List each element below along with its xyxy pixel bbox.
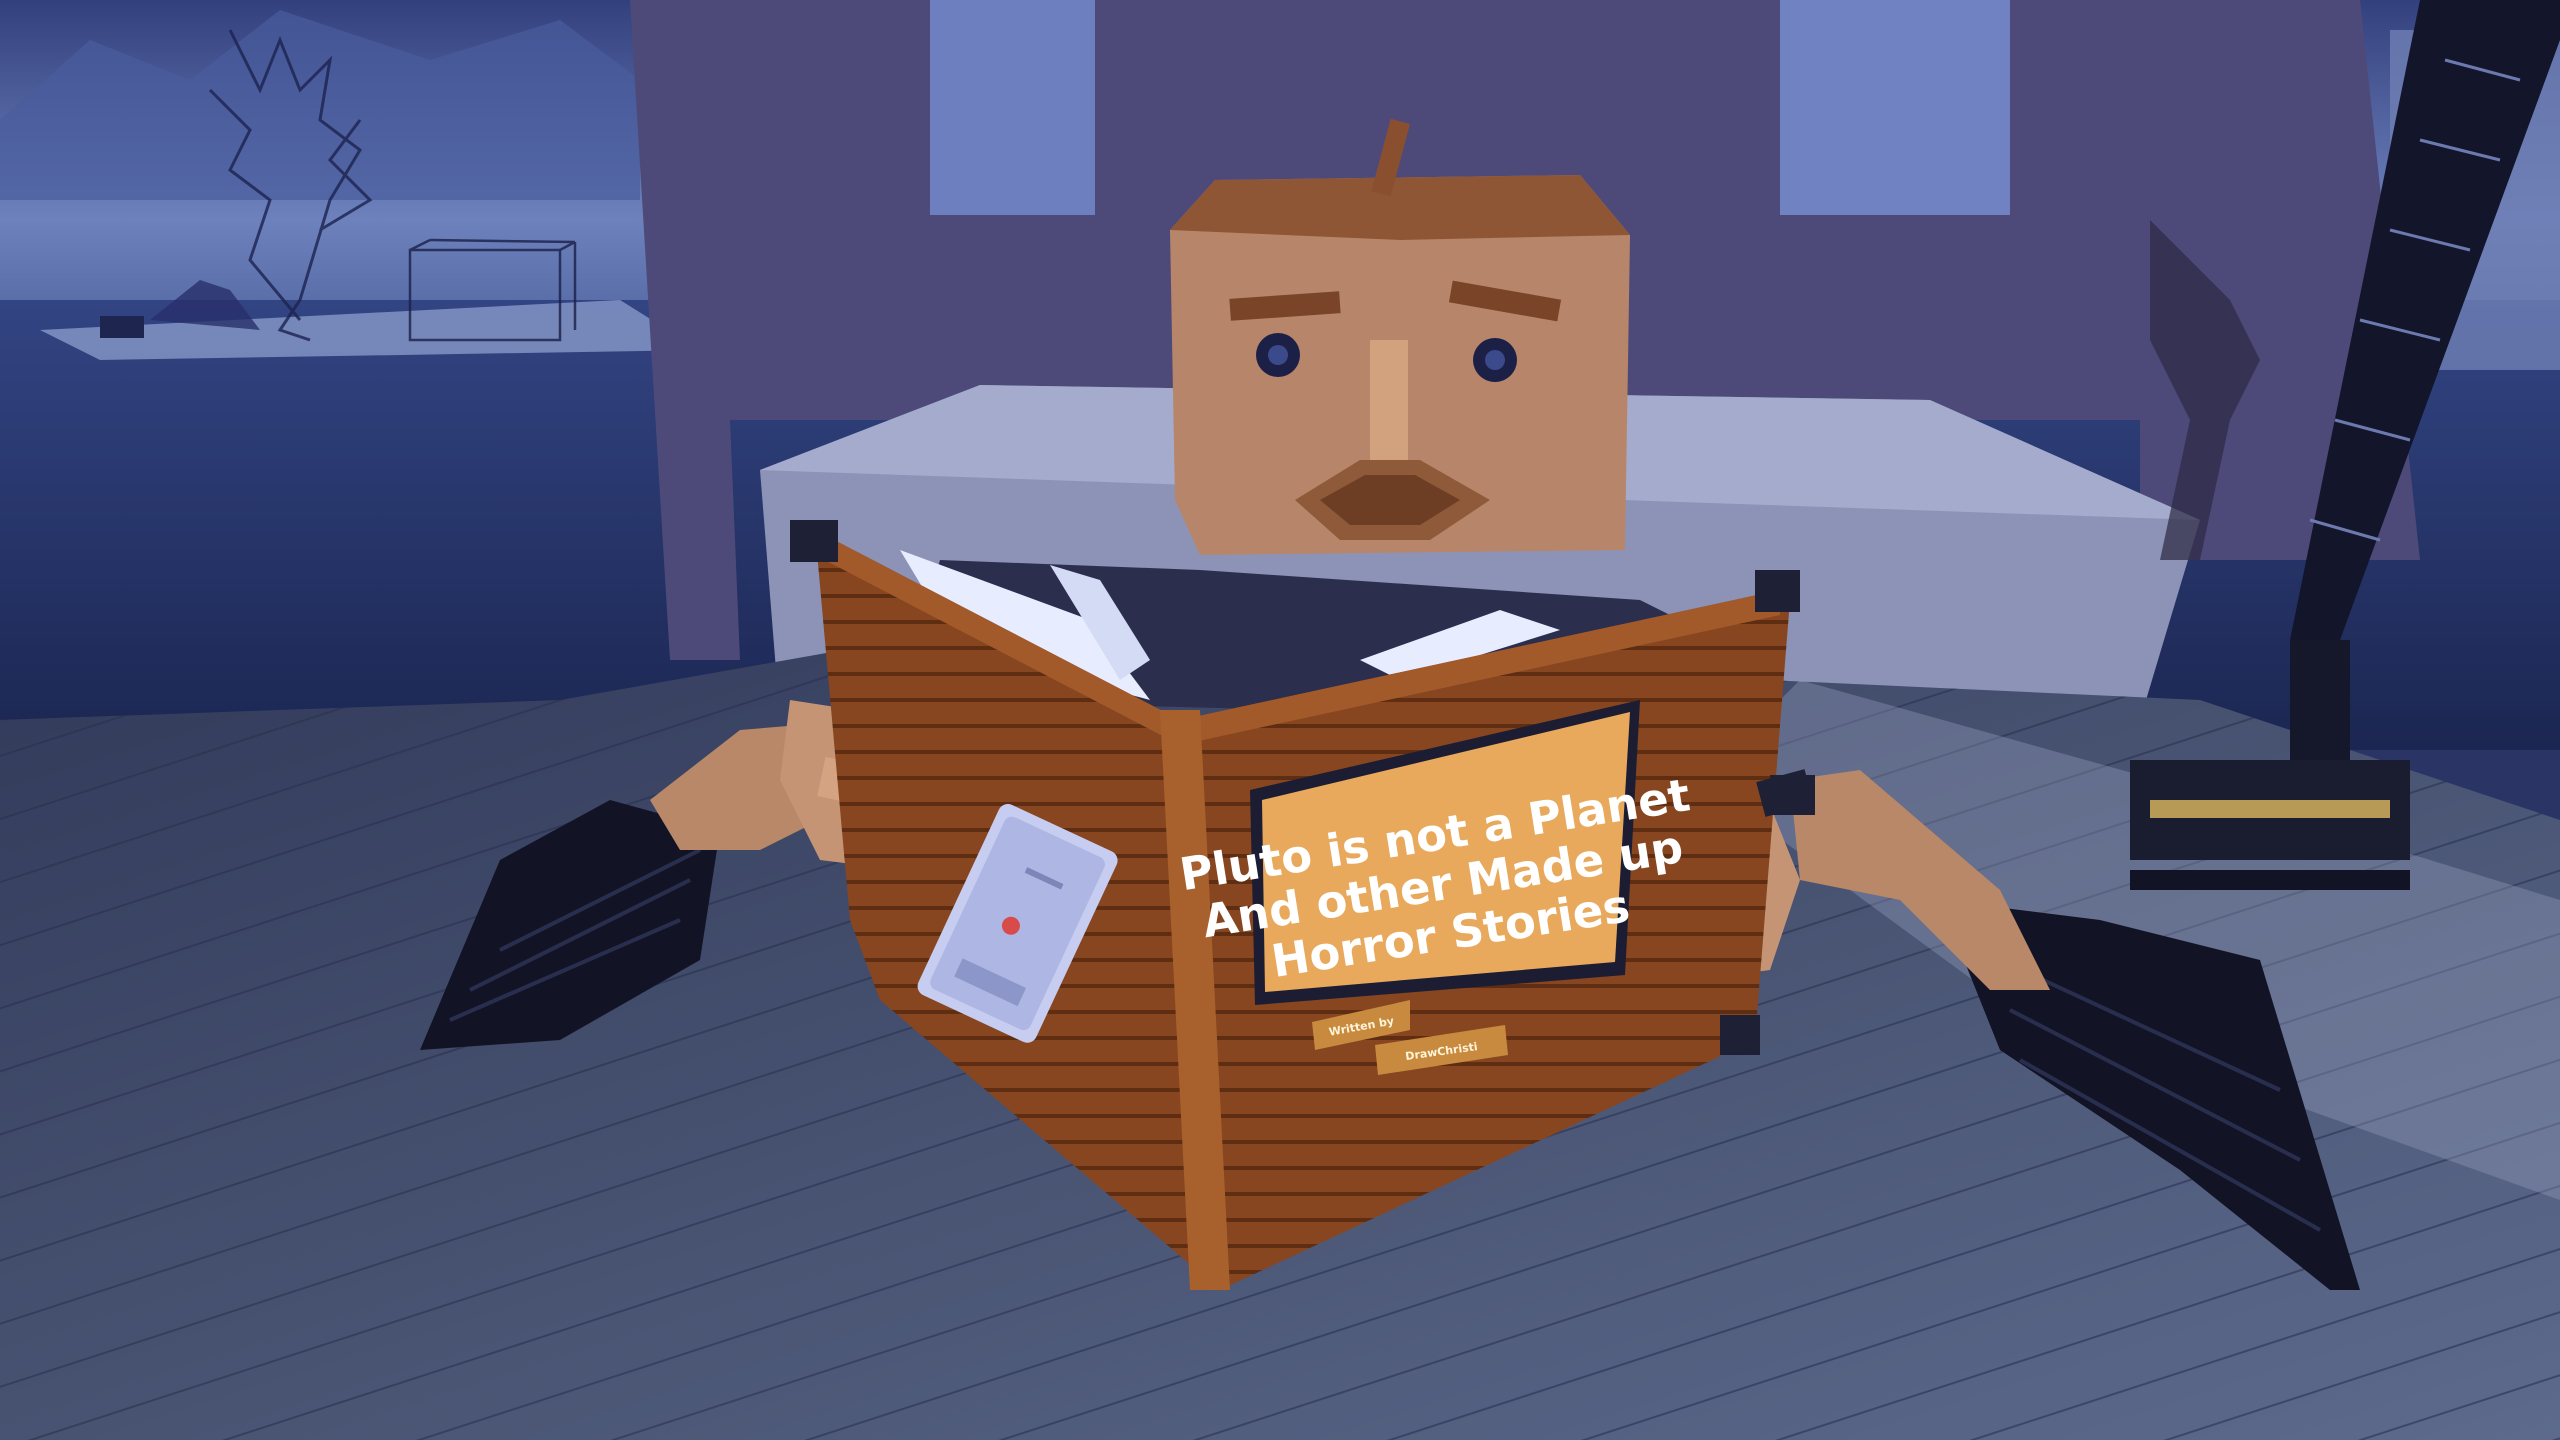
robot-head [1170, 118, 1630, 555]
cover-corner [1755, 570, 1800, 612]
game-viewport[interactable]: Pluto is not a Planet And other Made up … [0, 0, 2560, 1440]
castle-window-left [930, 0, 1095, 215]
cover-corner [790, 520, 838, 562]
distant-sign [100, 316, 144, 338]
cover-corner [1720, 1015, 1760, 1055]
nose [1370, 340, 1408, 460]
castle-window-right [1780, 0, 2010, 215]
